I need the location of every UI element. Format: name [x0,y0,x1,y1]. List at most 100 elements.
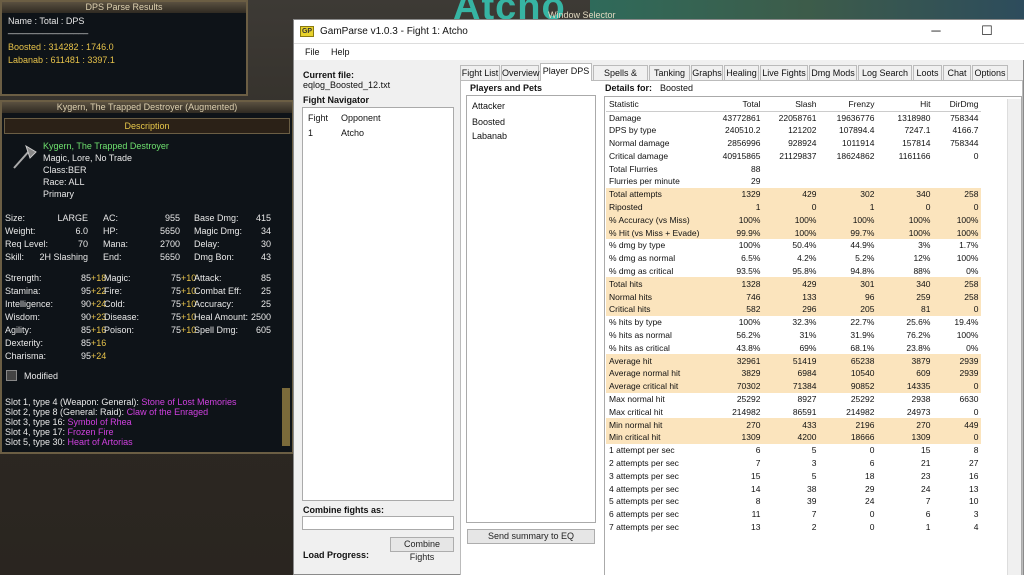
tab-healing[interactable]: Healing [724,65,759,81]
axe-icon [13,144,37,169]
list-item[interactable]: Boosted [472,117,505,127]
column-header[interactable]: Slash [763,98,820,112]
statistic-value: 133 [763,290,820,303]
tab-graphs[interactable]: Graphs [691,65,723,81]
players-list[interactable]: Attacker Boosted Labanab [466,95,596,523]
table-row[interactable]: Normal damage 2856996 928924 1011914 157814 7… [606,137,981,150]
table-row[interactable]: Normal hits 746 133 96 259 258 [606,290,982,303]
column-header[interactable]: Hit [877,98,934,112]
table-row[interactable]: Critical damage 40915865 21129837 18624862 1… [606,149,981,162]
combine-fights-button[interactable]: Combine Fights [390,537,454,562]
tab-chat[interactable]: Chat [943,65,971,81]
statistic-value [763,162,819,175]
col-opponent[interactable]: Opponent [341,113,381,123]
table-row[interactable]: Average normal hit 3829 6984 10540 609 2939 [606,366,982,380]
col-fight[interactable]: Fight [308,113,328,123]
table-row[interactable]: Riposted 1 0 1 0 0 [606,200,982,214]
stat-label: Weight: [5,226,36,236]
statistic-value: 4166.7 [952,125,979,136]
table-row[interactable]: Min critical hit 1309 4200 18666 1309 0 [606,430,982,444]
minimize-icon[interactable]: ─ [928,24,944,38]
table-row[interactable]: % dmg as critical 93.5% 95.8% 94.8% 88% 0% [606,265,981,278]
table-row[interactable]: Max critical hit 214982 86591 214982 24973 0 [606,405,981,418]
statistic-value: 433 [763,418,820,431]
statistic-value: 100% [702,213,764,227]
tab-options[interactable]: Options [972,65,1008,81]
table-row[interactable]: Average critical hit 70302 71384 90852 14335… [606,379,982,393]
table-row[interactable]: Total hits 1328 429 301 340 258 [606,277,982,291]
menu-file[interactable]: File [305,47,320,57]
table-row[interactable]: % hits by type 100% 32.3% 22.7% 25.6% 19.4% [606,316,981,329]
combine-input[interactable] [302,516,454,530]
table-row[interactable]: 1 attempt per sec 6 5 0 15 8 [606,444,981,457]
tab-dmg-mods[interactable]: Dmg Mods [809,65,857,81]
menu-help[interactable]: Help [331,47,350,57]
column-header[interactable]: Statistic [606,98,703,112]
maximize-icon[interactable]: ☐ [979,24,995,38]
modified-checkbox[interactable] [6,370,17,381]
table-row[interactable]: 4 attempts per sec 14 38 29 24 13 [606,482,981,495]
table-row[interactable]: DPS by type 240510.2 121202 107894.4 7247.1 4… [606,124,981,137]
augment-name[interactable]: Heart of Artorias [68,437,133,447]
send-summary-button[interactable]: Send summary to EQ [467,529,595,544]
column-header[interactable]: Total [702,98,764,112]
table-row[interactable]: Max normal hit 25292 8927 25292 2938 6630 [606,393,981,406]
statistic-name: DPS by type [609,125,657,136]
table-row[interactable]: Flurries per minute 29 [606,175,981,188]
augment-name[interactable]: Symbol of Rhea [68,417,132,427]
mod-value: 25 [260,286,271,296]
tab-overview[interactable]: Overview [501,65,540,81]
dps-parse-title[interactable]: DPS Parse Results [2,2,246,13]
tab-loots[interactable]: Loots [913,65,942,81]
table-row[interactable]: 5 attempts per sec 8 39 24 7 10 [606,495,981,508]
table-row[interactable]: Total attempts 1329 429 302 340 258 [606,187,982,201]
statistic-value: 11 [751,509,761,520]
tab-log-search[interactable]: Log Search [858,65,912,81]
list-item[interactable]: Labanab [472,131,507,141]
statistic-value: 13 [968,483,979,494]
fight-navigator-list[interactable]: Fight Opponent 1 Atcho [302,107,454,501]
statistic-value: 68.1% [850,342,875,353]
statistic-value [933,175,981,188]
table-row[interactable]: Total Flurries 88 [606,162,981,175]
tab-live-fights[interactable]: Live Fights [760,65,808,81]
table-row[interactable]: % Hit (vs Miss + Evade) 99.9% 100% 99.7% 100… [606,226,982,239]
combine-label: Combine fights as: [303,505,385,515]
gamparse-window[interactable]: GP GamParse v1.0.3 - Fight 1: Atcho ─ ☐ … [293,19,1024,575]
augment-name[interactable]: Stone of Lost Memories [141,397,236,407]
attribute-label: Stamina: [5,286,41,296]
tab-spells-discs[interactable]: Spells & Discs [593,65,648,93]
item-scrollbar[interactable] [282,388,290,446]
augment-name[interactable]: Frozen Fire [68,427,114,437]
table-row[interactable]: Damage 43772861 22058761 19636776 1318980 758… [606,111,981,124]
table-row[interactable]: 6 attempts per sec 11 7 0 6 3 [606,508,981,521]
tab-fight-list[interactable]: Fight List [460,65,500,81]
statistic-value: 1329 [702,187,764,201]
table-row[interactable]: % dmg as normal 6.5% 4.2% 5.2% 12% 100% [606,252,981,265]
list-item[interactable]: Attacker [472,101,505,111]
table-row[interactable]: Average hit 32961 51419 65238 3879 2939 [606,354,982,367]
stats-scrollbar[interactable] [1007,99,1021,575]
column-header[interactable]: Frenzy [819,98,878,112]
statistic-value: 0 [869,509,875,520]
table-row[interactable]: Min normal hit 270 433 2196 270 449 [606,418,982,431]
item-window-title[interactable]: Kygern, The Trapped Destroyer (Augmented… [2,102,292,113]
tab-player-dps[interactable]: Player DPS [540,63,592,81]
statistic-value: 65238 [819,354,878,367]
title-bar[interactable]: GP GamParse v1.0.3 - Fight 1: Atcho ─ ☐ [294,20,1024,44]
column-header[interactable]: DirDmg [933,98,982,112]
table-row[interactable]: % hits as normal 56.2% 31% 31.9% 76.2% 100% [606,329,981,342]
table-row[interactable]: Critical hits 582 296 205 81 0 [606,302,982,316]
statistic-value: 3 [973,509,979,520]
table-row[interactable]: 7 attempts per sec 13 2 0 1 4 [606,521,981,534]
dps-parse-window[interactable]: DPS Parse Results Name : Total : DPS ___… [0,0,248,96]
tab-tanking[interactable]: Tanking [649,65,690,81]
table-row[interactable]: 3 attempts per sec 15 5 18 23 16 [606,469,981,482]
statistic-value: 758344 [950,112,979,123]
stat-label: End: [103,252,122,262]
table-row[interactable]: 2 attempts per sec 7 3 6 21 27 [606,457,981,470]
augment-name[interactable]: Claw of the Enraged [127,407,209,417]
table-row[interactable]: % dmg by type 100% 50.4% 44.9% 3% 1.7% [606,239,981,252]
table-row[interactable]: % hits as critical 43.8% 69% 68.1% 23.8% 0% [606,341,981,354]
table-row[interactable]: % Accuracy (vs Miss) 100% 100% 100% 100% 100% [606,213,982,227]
